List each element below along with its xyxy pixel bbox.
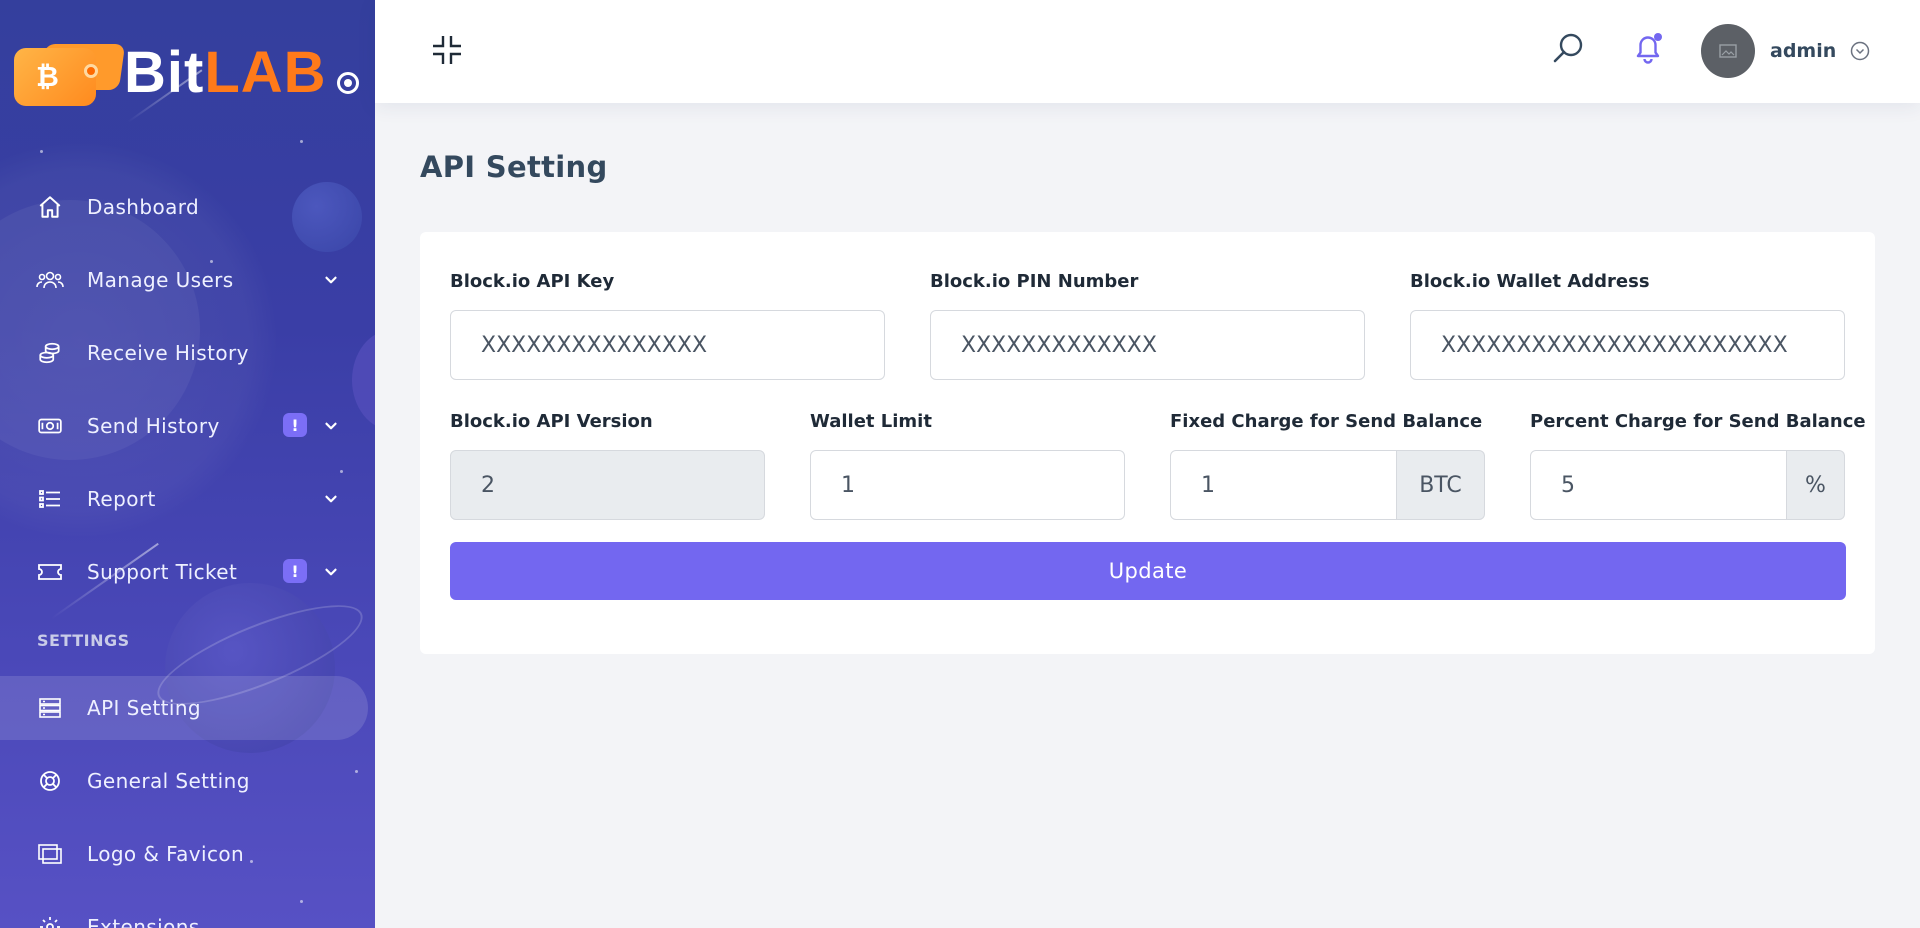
wallet-limit-input[interactable]: 1 bbox=[810, 450, 1125, 520]
api-version-label: Block.io API Version bbox=[450, 411, 653, 432]
sidebar-item-label: API Setting bbox=[87, 696, 202, 720]
pin-input[interactable]: XXXXXXXXXXXXX bbox=[930, 310, 1365, 380]
sidebar-item-label: Dashboard bbox=[87, 194, 200, 219]
ticket-icon bbox=[36, 558, 64, 586]
home-icon bbox=[36, 193, 64, 221]
cog-icon bbox=[36, 913, 64, 928]
search-icon[interactable] bbox=[1551, 32, 1585, 66]
api-key-field: Block.io API Key XXXXXXXXXXXXXXX bbox=[450, 271, 885, 380]
star-decoration bbox=[300, 140, 303, 143]
percent-charge-input-group: 5 % bbox=[1530, 450, 1845, 520]
sidebar-item-api-setting[interactable]: API Setting bbox=[0, 676, 368, 740]
star-decoration bbox=[40, 150, 43, 153]
percent-charge-field: Percent Charge for Send Balance 5 % bbox=[1530, 411, 1866, 520]
username: admin bbox=[1770, 40, 1837, 62]
percent-charge-input[interactable]: 5 bbox=[1530, 450, 1787, 520]
sidebar-item-receive-history[interactable]: Receive History bbox=[0, 316, 375, 389]
sidebar-item-report[interactable]: Report bbox=[0, 462, 375, 535]
image-placeholder-icon bbox=[1719, 44, 1737, 58]
chevron-down-circle-icon bbox=[1851, 41, 1870, 61]
lifering-icon bbox=[36, 767, 64, 795]
api-version-input: 2 bbox=[450, 450, 765, 520]
sidebar-item-label: Report bbox=[87, 486, 156, 511]
update-button[interactable]: Update bbox=[450, 542, 1846, 600]
list-icon bbox=[36, 485, 64, 513]
api-key-label: Block.io API Key bbox=[450, 271, 615, 292]
sidebar-item-logo-favicon[interactable]: Logo & Favicon bbox=[0, 817, 375, 890]
sidebar-item-label: Receive History bbox=[87, 340, 249, 365]
bell-icon[interactable] bbox=[1630, 30, 1666, 66]
sidebar-item-general-setting[interactable]: General Setting bbox=[0, 744, 375, 817]
avatar bbox=[1701, 24, 1755, 78]
wallet-limit-field: Wallet Limit 1 bbox=[810, 411, 1125, 520]
sidebar: ₿ BitLAB Dashboard Manage Users Receive … bbox=[0, 0, 375, 928]
sidebar-item-label: Manage Users bbox=[87, 267, 234, 292]
server-icon bbox=[36, 694, 64, 722]
sidebar-item-manage-users[interactable]: Manage Users bbox=[0, 243, 375, 316]
wallet-limit-label: Wallet Limit bbox=[810, 411, 932, 432]
alert-badge: ! bbox=[283, 559, 307, 583]
fixed-charge-unit: BTC bbox=[1397, 450, 1485, 520]
brand-name-part2: LAB bbox=[204, 40, 327, 105]
wallet-logo-icon: ₿ bbox=[14, 40, 126, 106]
sidebar-item-label: Send History bbox=[87, 413, 220, 438]
fixed-charge-field: Fixed Charge for Send Balance 1 BTC bbox=[1170, 411, 1485, 520]
sidebar-item-dashboard[interactable]: Dashboard bbox=[0, 170, 375, 243]
page-title: API Setting bbox=[420, 150, 608, 184]
sidebar-heading-settings: SETTINGS bbox=[37, 630, 130, 650]
percent-charge-label: Percent Charge for Send Balance bbox=[1530, 411, 1866, 432]
pin-label: Block.io PIN Number bbox=[930, 271, 1139, 292]
sidebar-item-label: Support Ticket bbox=[87, 559, 238, 584]
users-icon bbox=[36, 266, 64, 294]
sidebar-item-support-ticket[interactable]: Support Ticket ! bbox=[0, 535, 375, 608]
brand-name-part1: Bit bbox=[124, 40, 205, 105]
api-version-field: Block.io API Version 2 bbox=[450, 411, 765, 520]
chevron-down-icon bbox=[325, 568, 337, 576]
sidebar-item-label: General Setting bbox=[87, 768, 250, 793]
wallet-address-label: Block.io Wallet Address bbox=[1410, 271, 1650, 292]
chevron-down-icon bbox=[325, 422, 337, 430]
collapse-icon[interactable] bbox=[431, 34, 463, 66]
wallet-address-field: Block.io Wallet Address XXXXXXXXXXXXXXXX… bbox=[1410, 271, 1845, 380]
brand-name: BitLAB bbox=[124, 44, 327, 102]
notification-dot bbox=[1654, 33, 1662, 41]
images-icon bbox=[36, 840, 64, 868]
sidebar-nav: Dashboard Manage Users Receive History S… bbox=[0, 170, 375, 928]
bitcoin-icon: ₿ bbox=[36, 60, 59, 93]
sidebar-item-extensions[interactable]: Extensions bbox=[0, 890, 375, 928]
pin-field: Block.io PIN Number XXXXXXXXXXXXX bbox=[930, 271, 1365, 380]
fixed-charge-input-group: 1 BTC bbox=[1170, 450, 1485, 520]
wallet-address-input[interactable]: XXXXXXXXXXXXXXXXXXXXXXX bbox=[1410, 310, 1845, 380]
alert-badge: ! bbox=[283, 413, 307, 437]
chevron-down-icon bbox=[325, 495, 337, 503]
fixed-charge-input[interactable]: 1 bbox=[1170, 450, 1397, 520]
percent-charge-unit: % bbox=[1787, 450, 1845, 520]
sidebar-item-label: Extensions bbox=[87, 914, 200, 928]
api-key-input[interactable]: XXXXXXXXXXXXXXX bbox=[450, 310, 885, 380]
brand-logo[interactable]: ₿ BitLAB bbox=[14, 38, 327, 108]
user-menu[interactable]: admin bbox=[1701, 24, 1871, 78]
chevron-down-icon bbox=[325, 276, 337, 284]
sidebar-item-send-history[interactable]: Send History ! bbox=[0, 389, 375, 462]
topbar: admin bbox=[375, 0, 1920, 103]
sidebar-item-label: Logo & Favicon bbox=[87, 841, 245, 866]
money-icon bbox=[36, 412, 64, 440]
api-setting-form-card: Block.io API Key XXXXXXXXXXXXXXX Block.i… bbox=[420, 232, 1875, 654]
sidebar-toggle-icon[interactable] bbox=[337, 72, 359, 94]
fixed-charge-label: Fixed Charge for Send Balance bbox=[1170, 411, 1483, 432]
coins-icon bbox=[36, 339, 64, 367]
